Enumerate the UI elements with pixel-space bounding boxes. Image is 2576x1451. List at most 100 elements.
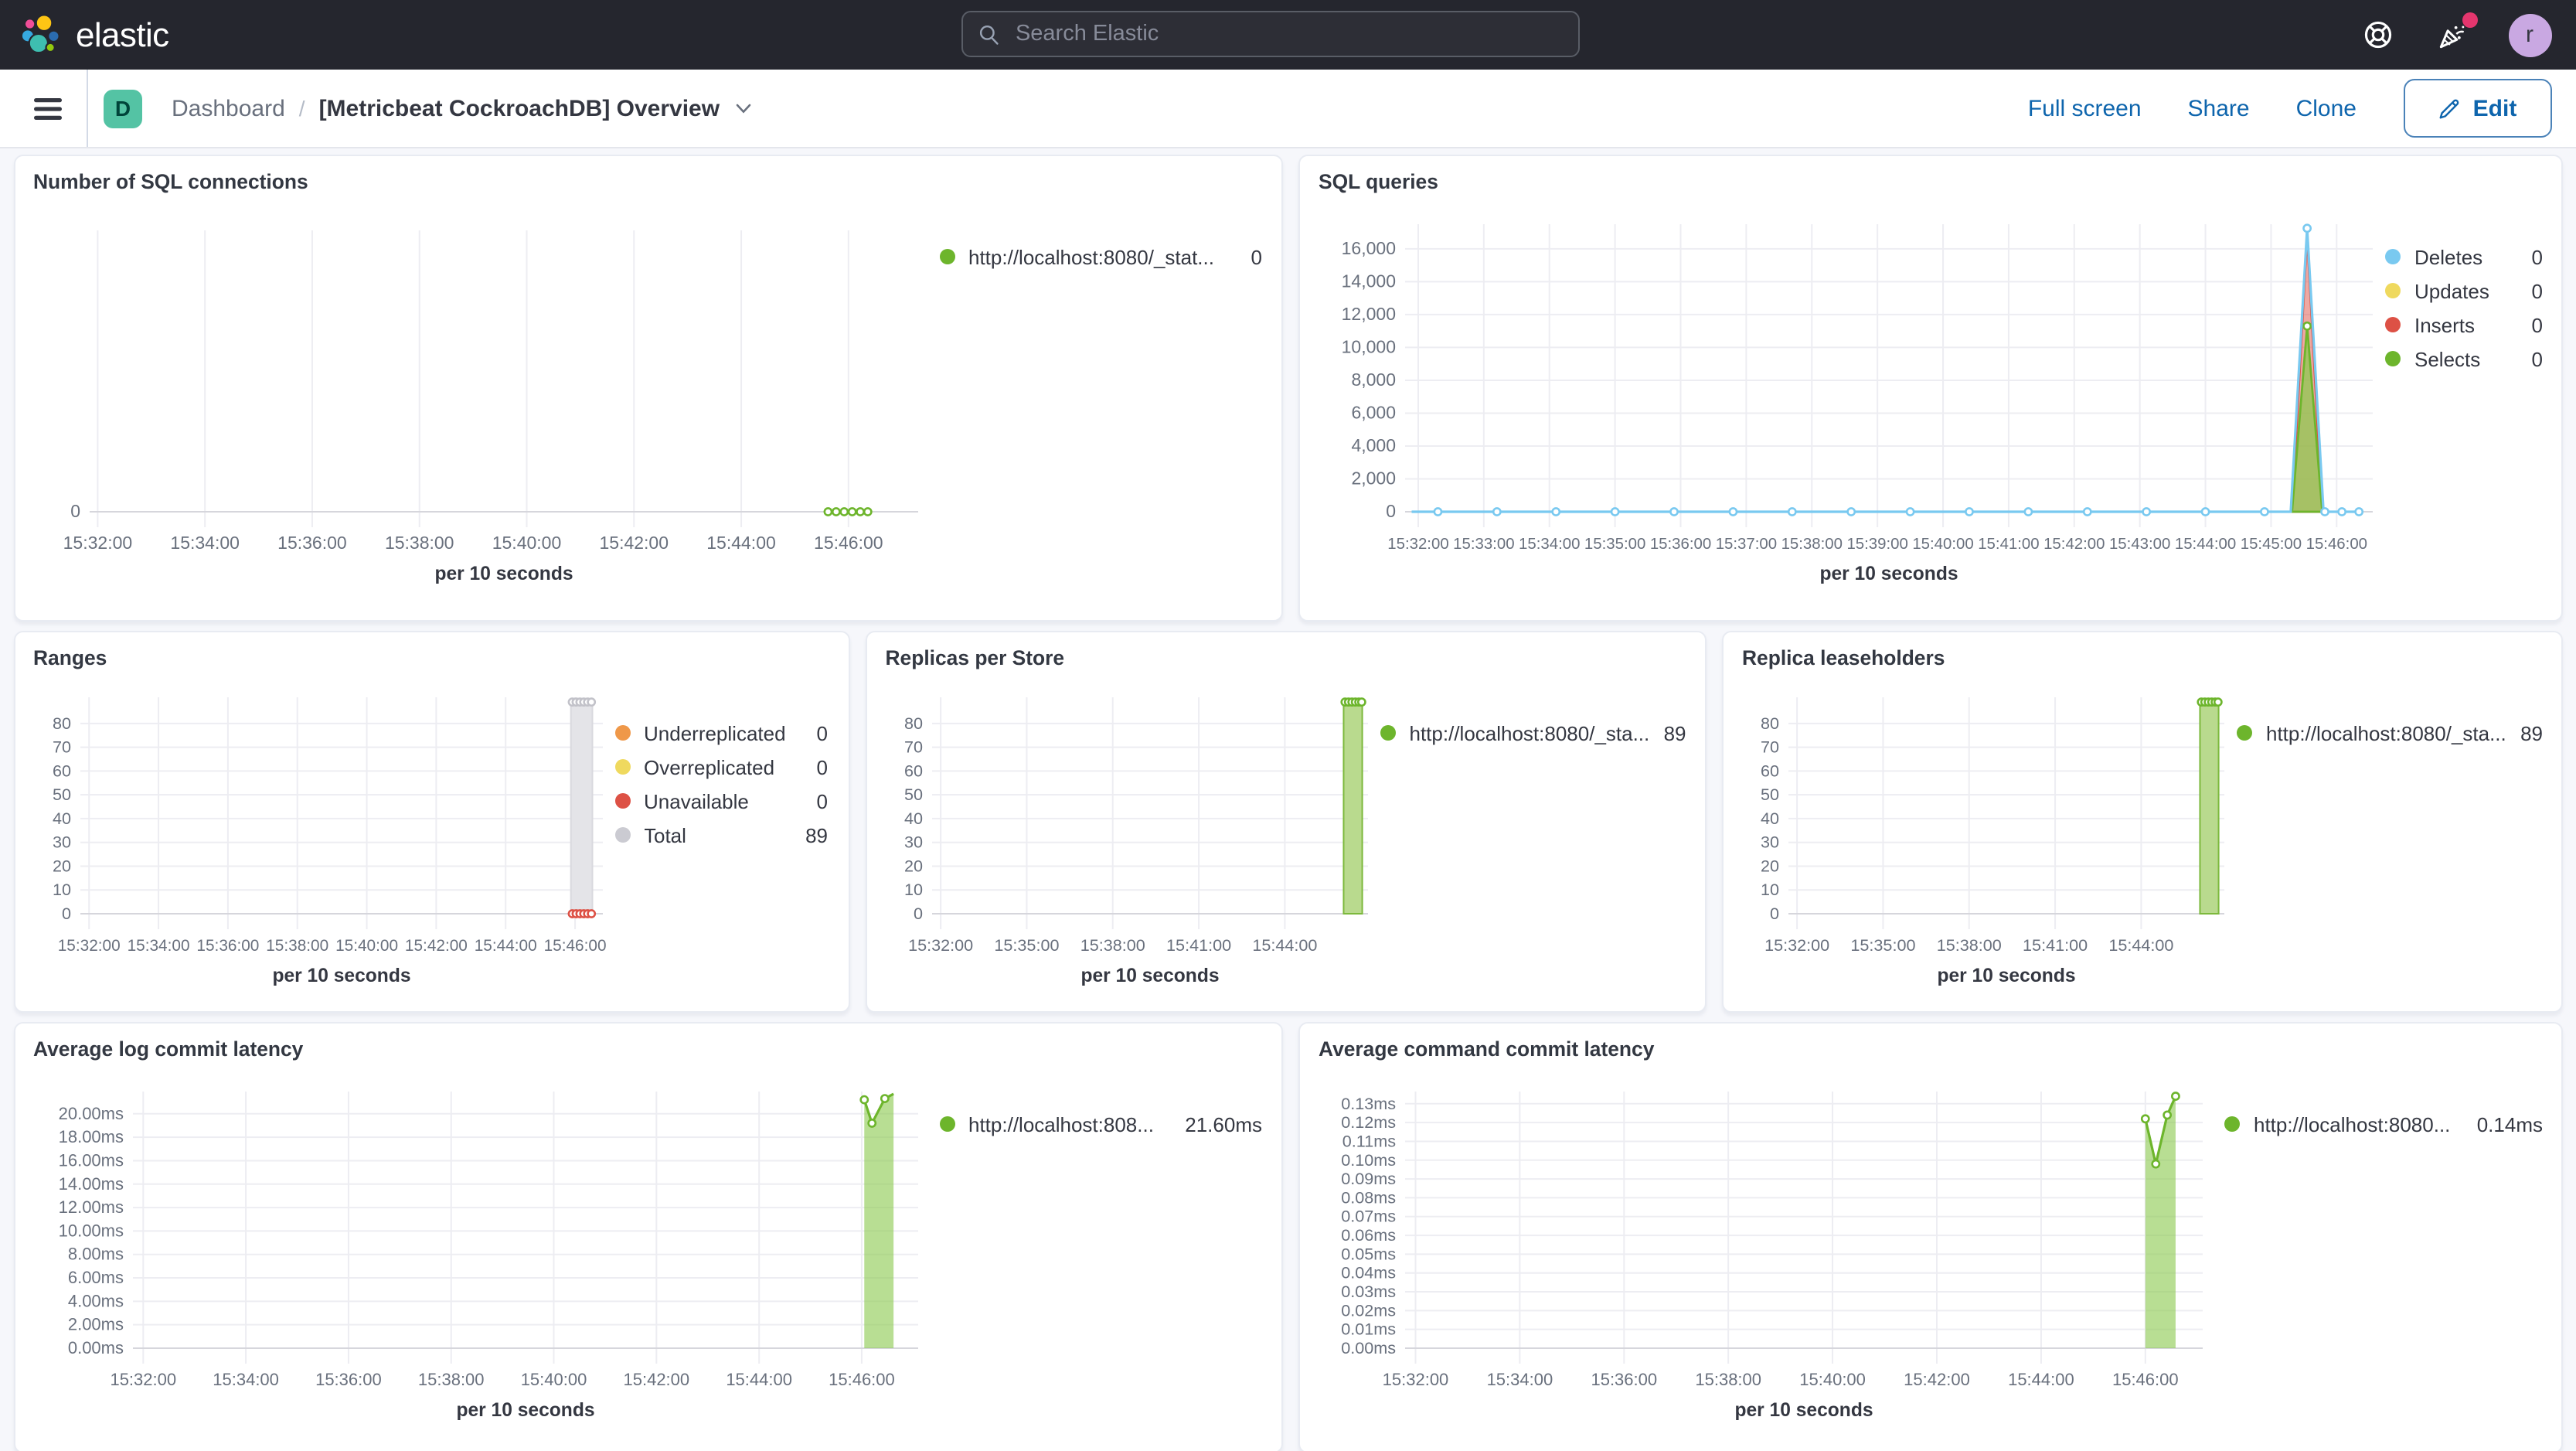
panel-title: Replicas per Store <box>885 646 1065 669</box>
help-button[interactable] <box>2360 16 2397 53</box>
title-menu-button[interactable] <box>732 97 754 119</box>
svg-text:0: 0 <box>913 904 922 923</box>
legend-series-dot-icon <box>939 249 955 264</box>
svg-text:0.03ms: 0.03ms <box>1341 1282 1396 1301</box>
legend-series-dot-icon <box>2385 249 2401 264</box>
dashboard-grid: Number of SQL connections 15:32:00 15:34:… <box>0 147 2576 1451</box>
legend-item[interactable]: Underreplicated 0 <box>614 716 828 750</box>
svg-text:40: 40 <box>903 809 922 828</box>
svg-text:8.00ms: 8.00ms <box>67 1245 123 1264</box>
svg-text:80: 80 <box>52 714 70 733</box>
legend-value: 0 <box>816 755 828 778</box>
edit-button[interactable]: Edit <box>2403 79 2551 138</box>
svg-text:15:40:00: 15:40:00 <box>520 1370 587 1389</box>
legend-label: http://localhost:8080/_sta... <box>2266 721 2506 744</box>
legend-series-dot-icon <box>2237 725 2252 741</box>
svg-text:15:40:00: 15:40:00 <box>1799 1370 1866 1389</box>
chart-legend: http://localhost:8080/_sta... 89 <box>1380 679 1686 999</box>
toolbar-actions: Full screen Share Clone Edit <box>2028 79 2551 138</box>
svg-text:0.02ms: 0.02ms <box>1341 1300 1396 1320</box>
legend-item[interactable]: Unavailable 0 <box>614 784 828 818</box>
legend-item[interactable]: Overreplicated 0 <box>614 750 828 784</box>
replicas-per-store-chart[interactable]: 15:32:00 15:35:00 15:38:00 15:41:00 15:44:00… <box>886 679 1380 999</box>
svg-text:50: 50 <box>1761 785 1779 804</box>
legend-item[interactable]: Total 89 <box>614 818 828 852</box>
search-input[interactable] <box>1012 20 1563 48</box>
svg-text:15:36:00: 15:36:00 <box>196 937 258 955</box>
svg-text:per 10 seconds: per 10 seconds <box>271 966 410 986</box>
svg-text:0.08ms: 0.08ms <box>1341 1187 1396 1207</box>
chevron-down-icon <box>735 104 750 114</box>
legend-value: 89 <box>2520 721 2543 744</box>
svg-text:10: 10 <box>903 880 922 899</box>
legend-item[interactable]: http://localhost:8080/_stat... 0 <box>939 240 1262 274</box>
svg-text:15:38:00: 15:38:00 <box>384 533 454 553</box>
legend-item[interactable]: Deletes 0 <box>2385 240 2543 274</box>
panel-average-command-commit-latency: Average command commit latency 15:32:00 1… <box>1298 1022 2563 1451</box>
chart-legend: http://localhost:8080/_sta... 89 <box>2237 679 2543 999</box>
clone-button[interactable]: Clone <box>2296 95 2357 121</box>
breadcrumb: Dashboard / [Metricbeat CockroachDB] Ove… <box>172 95 754 121</box>
legend-value: 0 <box>2531 313 2543 336</box>
svg-text:15:36:00: 15:36:00 <box>1650 536 1711 553</box>
legend-item[interactable]: http://localhost:8080/_sta... 89 <box>1380 716 1686 750</box>
newsfeed-button[interactable] <box>2434 12 2477 53</box>
legend-series-dot-icon <box>614 793 630 809</box>
panel-title: Average command commit latency <box>1319 1037 1655 1061</box>
svg-text:0: 0 <box>1386 501 1396 521</box>
legend-label: http://localhost:808... <box>968 1112 1154 1136</box>
full-screen-button[interactable]: Full screen <box>2028 95 2142 121</box>
breadcrumb-current-title: [Metricbeat CockroachDB] Overview <box>318 95 720 121</box>
legend-value: 0 <box>816 789 828 812</box>
user-avatar[interactable]: r <box>2508 13 2551 56</box>
svg-text:15:38:00: 15:38:00 <box>417 1370 484 1389</box>
legend-item[interactable]: Inserts 0 <box>2385 308 2543 342</box>
legend-series-dot-icon <box>2385 351 2401 366</box>
svg-text:12.00ms: 12.00ms <box>58 1197 123 1217</box>
svg-text:15:33:00: 15:33:00 <box>1453 536 1514 553</box>
svg-text:30: 30 <box>1761 833 1779 852</box>
ranges-chart[interactable]: 15:32:00 15:34:00 15:36:00 15:38:00 15:40:00… <box>33 679 614 999</box>
svg-text:15:32:00: 15:32:00 <box>1764 935 1829 955</box>
log-commit-latency-chart[interactable]: 15:32:00 15:34:00 15:36:00 15:38:00 15:40:00… <box>33 1070 939 1439</box>
command-commit-latency-chart[interactable]: 15:32:00 15:34:00 15:36:00 15:38:00 15:40:00… <box>1319 1070 2224 1439</box>
svg-text:0.00ms: 0.00ms <box>1341 1338 1396 1357</box>
panel-title: Replica leaseholders <box>1742 646 1945 669</box>
search-box[interactable] <box>961 11 1580 57</box>
share-button[interactable]: Share <box>2188 95 2250 121</box>
legend-item[interactable]: http://localhost:808... 21.60ms <box>939 1107 1262 1141</box>
breadcrumb-dashboard-link[interactable]: Dashboard <box>172 95 285 121</box>
svg-text:15:42:00: 15:42:00 <box>598 533 668 553</box>
svg-text:10: 10 <box>1761 880 1779 899</box>
edit-button-label: Edit <box>2472 95 2517 121</box>
svg-text:60: 60 <box>903 761 922 780</box>
panel-title: Number of SQL connections <box>33 170 308 193</box>
replica-leaseholders-chart[interactable]: 15:32:00 15:35:00 15:38:00 15:41:00 15:44:00… <box>1742 679 2237 999</box>
svg-text:10.00ms: 10.00ms <box>58 1221 123 1240</box>
svg-text:0.13ms: 0.13ms <box>1341 1094 1396 1113</box>
elastic-brand[interactable]: elastic <box>0 14 169 56</box>
svg-text:14,000: 14,000 <box>1342 271 1396 291</box>
svg-text:15:44:00: 15:44:00 <box>1252 935 1317 955</box>
legend-value: 0 <box>2531 245 2543 268</box>
legend-item[interactable]: Selects 0 <box>2385 342 2543 376</box>
svg-text:20: 20 <box>52 856 70 875</box>
svg-text:70: 70 <box>1761 737 1779 757</box>
dashboard-badge[interactable]: D <box>104 89 142 128</box>
svg-text:per 10 seconds: per 10 seconds <box>1819 564 1958 584</box>
svg-text:15:44:00: 15:44:00 <box>2175 536 2236 553</box>
menu-button[interactable] <box>22 82 74 135</box>
legend-label: Overreplicated <box>644 755 775 778</box>
legend-item[interactable]: Updates 0 <box>2385 274 2543 308</box>
svg-text:0.00ms: 0.00ms <box>67 1338 123 1357</box>
chart-legend: http://localhost:808... 21.60ms <box>939 1070 1262 1439</box>
sql-queries-chart[interactable]: 15:32:00 15:33:00 15:34:00 15:35:00 15:36:00… <box>1319 203 2385 609</box>
legend-series-dot-icon <box>2385 283 2401 298</box>
sql-connections-chart[interactable]: 15:32:00 15:34:00 15:36:00 15:38:00 15:40:00… <box>33 203 939 609</box>
legend-item[interactable]: http://localhost:8080/_sta... 89 <box>2237 716 2543 750</box>
legend-value: 89 <box>805 823 828 846</box>
svg-text:15:36:00: 15:36:00 <box>315 1370 381 1389</box>
legend-item[interactable]: http://localhost:8080... 0.14ms <box>2224 1107 2543 1141</box>
svg-text:15:35:00: 15:35:00 <box>994 935 1059 955</box>
legend-series-dot-icon <box>939 1116 955 1132</box>
